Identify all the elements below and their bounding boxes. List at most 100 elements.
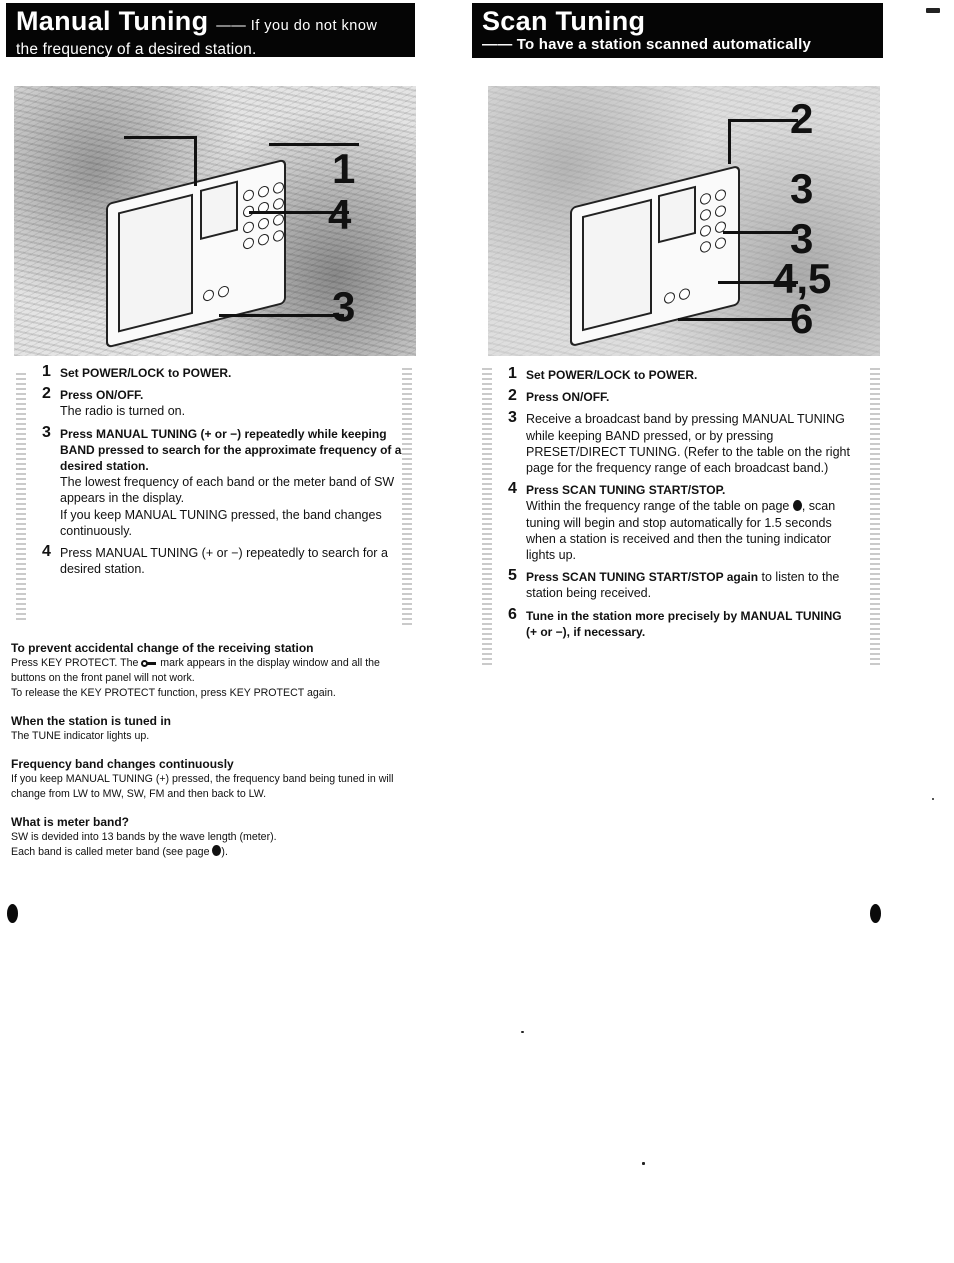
- radio-button-icon: [258, 216, 269, 231]
- callout-number: 3: [790, 215, 814, 262]
- step-item: 1 Set POWER/LOCK to POWER.: [42, 363, 412, 381]
- step-body: If you keep MANUAL TUNING pressed, the b…: [60, 507, 382, 538]
- step-heading: Set POWER/LOCK to POWER.: [526, 368, 698, 382]
- radio-button-icon: [700, 240, 711, 254]
- step-heading: Press ON/OFF.: [60, 388, 144, 403]
- radio-speaker-panel: [118, 193, 193, 333]
- note-text: If you keep MANUAL TUNING (+) pressed, t…: [11, 773, 394, 800]
- manual-tuning-notes: To prevent accidental change of the rece…: [11, 640, 416, 872]
- step-number: 4: [42, 543, 51, 561]
- note-heading: When the station is tuned in: [11, 714, 171, 728]
- radio-button-icon: [258, 232, 269, 247]
- callout-number: 6: [790, 295, 814, 342]
- step-item: 5 Press SCAN TUNING START/STOP again to …: [508, 567, 853, 601]
- step-number: 2: [42, 385, 51, 403]
- step-heading: Press SCAN TUNING START/STOP again: [526, 570, 759, 585]
- note-heading: To prevent accidental change of the rece…: [11, 641, 314, 655]
- manual-tuning-title-bar: Manual Tuning —— If you do not know the …: [6, 3, 415, 58]
- callout-line: [194, 136, 197, 186]
- note-text: SW is devided into 13 bands by the wave …: [11, 831, 277, 843]
- page-number-bullet-icon: [870, 904, 881, 923]
- step-item: 1 Set POWER/LOCK to POWER.: [508, 365, 853, 383]
- note-text: Each band is called meter band (see page: [11, 846, 210, 858]
- step-item: 4 Press SCAN TUNING START/STOP. Within t…: [508, 480, 853, 563]
- step-number: 3: [42, 423, 51, 441]
- note-key-protect: To prevent accidental change of the rece…: [11, 640, 416, 701]
- note-meter-band: What is meter band? SW is devided into 1…: [11, 814, 416, 860]
- step-item: 2 Press ON/OFF.: [508, 387, 853, 405]
- note-heading: Frequency band changes continuously: [11, 757, 234, 771]
- radio-button-icon: [243, 220, 254, 235]
- radio-button-icon: [715, 236, 726, 251]
- step-number: 1: [42, 363, 51, 380]
- callout-number: 1: [332, 145, 356, 192]
- scan-tuning-illustration: 2 3 3 4,5 6: [488, 86, 880, 356]
- step-number: 3: [508, 409, 517, 427]
- note-heading: What is meter band?: [11, 815, 130, 829]
- callout-number: 4,5: [773, 255, 832, 302]
- scan-speck: [642, 1162, 645, 1165]
- scan-artifact-mid-right: [482, 365, 492, 665]
- note-text: Press KEY PROTECT. The: [11, 657, 139, 669]
- step-body: The radio is turned on.: [60, 404, 186, 419]
- step-item: 3 Press MANUAL TUNING (+ or −) repeatedl…: [42, 423, 412, 539]
- key-icon: [141, 659, 157, 667]
- radio-button-icon: [273, 229, 284, 243]
- callout-number: 3: [790, 165, 814, 212]
- callout-number: 3: [332, 283, 356, 330]
- step-body: Press MANUAL TUNING (+ or −) repeatedly …: [60, 546, 388, 577]
- note-text: ).: [221, 846, 228, 858]
- manual-tuning-subheading-part1: —— If you do not know: [216, 18, 378, 34]
- manual-tuning-subheading-part2: the frequency of a desired station.: [16, 41, 257, 58]
- scan-tuning-heading: Scan Tuning: [482, 6, 646, 36]
- scan-speck: [521, 1031, 524, 1033]
- scan-speck: [926, 8, 940, 13]
- scan-speck: [932, 798, 934, 800]
- radio-button-icon: [700, 224, 711, 238]
- note-text: To release the KEY PROTECT function, pre…: [11, 687, 336, 699]
- radio-speaker-panel: [582, 198, 652, 332]
- page-number-bullet-icon: [7, 904, 18, 923]
- callout-line: [728, 119, 798, 122]
- page-reference-dot-icon: [792, 500, 802, 512]
- step-number: 4: [508, 480, 517, 498]
- step-body: The lowest frequency of each band or the…: [60, 475, 395, 506]
- radio-display-icon: [200, 180, 238, 241]
- scan-tuning-steps: 1 Set POWER/LOCK to POWER. 2 Press ON/OF…: [508, 365, 853, 646]
- note-tuned-in: When the station is tuned in The TUNE in…: [11, 713, 416, 744]
- step-number: 2: [508, 387, 517, 405]
- scan-tuning-title-bar: Scan Tuning —— To have a station scanned…: [472, 3, 883, 58]
- step-heading: Press SCAN TUNING START/STOP.: [526, 483, 726, 498]
- step-heading: Press ON/OFF.: [526, 390, 610, 405]
- radio-button-icon: [715, 188, 726, 203]
- radio-button-icon: [273, 213, 284, 227]
- radio-button-icon: [700, 192, 711, 206]
- step-item: 2 Press ON/OFF. The radio is turned on.: [42, 385, 412, 419]
- radio-button-icon: [273, 181, 284, 195]
- radio-button-icon: [243, 188, 254, 203]
- radio-button-icon: [258, 184, 269, 199]
- step-item: 3 Receive a broadcast band by pressing M…: [508, 409, 853, 476]
- step-number: 1: [508, 365, 517, 382]
- note-text: The TUNE indicator lights up.: [11, 730, 150, 742]
- step-heading: Set POWER/LOCK to POWER.: [60, 366, 232, 380]
- step-heading: Tune in the station more precisely by MA…: [526, 608, 842, 639]
- step-item: 6 Tune in the station more precisely by …: [508, 606, 853, 640]
- note-band-changes: Frequency band changes continuously If y…: [11, 756, 416, 802]
- scan-artifact-left: [16, 370, 26, 620]
- callout-number: 2: [790, 95, 814, 142]
- radio-display-icon: [658, 185, 696, 244]
- manual-tuning-illustration: 1 4 3: [14, 86, 416, 356]
- callout-line: [723, 231, 798, 234]
- callout-line: [124, 136, 196, 139]
- radio-button-icon: [715, 204, 726, 219]
- scan-artifact-right: [870, 365, 880, 665]
- callout-line: [678, 318, 798, 321]
- step-body: Within the frequency range of the table …: [526, 499, 790, 514]
- step-number: 5: [508, 567, 517, 585]
- radio-button-icon: [700, 208, 711, 222]
- radio-button-icon: [243, 236, 254, 251]
- radio-button-icon: [679, 287, 690, 302]
- manual-tuning-heading: Manual Tuning: [16, 6, 209, 36]
- callout-line: [219, 314, 344, 317]
